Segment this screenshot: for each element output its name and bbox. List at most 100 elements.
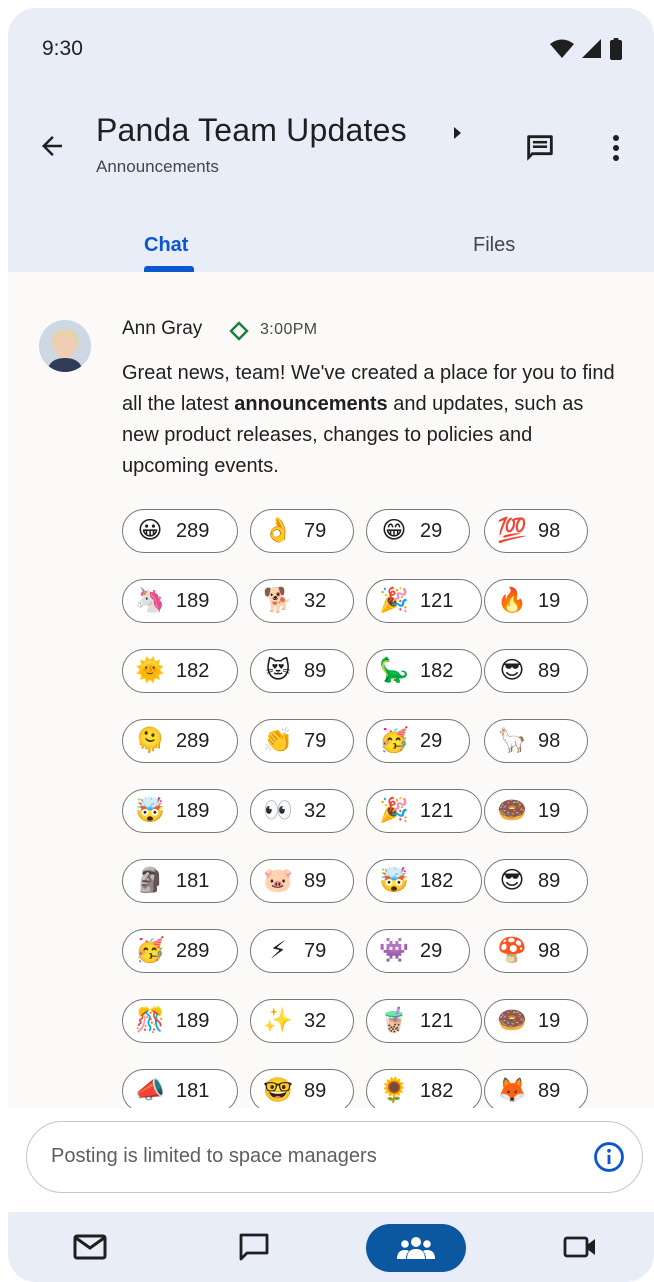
reaction-count: 289	[176, 519, 210, 542]
sun-face-icon: 🌞	[135, 657, 165, 684]
doge-icon: 🐕	[263, 587, 293, 614]
wifi-icon	[550, 39, 574, 58]
reaction-chip[interactable]: 🍩 19	[484, 999, 588, 1043]
reaction-chip[interactable]: 🌻 182	[366, 1069, 482, 1113]
reaction-chip[interactable]: 🌞 182	[122, 649, 238, 693]
chevron-right-icon[interactable]	[448, 121, 468, 145]
reaction-chip[interactable]: 👌 79	[250, 509, 354, 553]
reaction-count: 79	[304, 939, 327, 962]
arrow-back-icon	[42, 136, 62, 156]
reaction-chip[interactable]: 🍄 98	[484, 929, 588, 973]
reaction-chip[interactable]: 🥳 29	[366, 719, 470, 763]
back-button[interactable]	[34, 128, 70, 164]
reaction-chip[interactable]: 👾 29	[366, 929, 470, 973]
reaction-chip[interactable]: 💯 98	[484, 509, 588, 553]
hundred-points-icon: 💯	[497, 517, 527, 544]
chat-icon	[239, 1233, 269, 1261]
reaction-count: 189	[176, 799, 210, 822]
reaction-chip[interactable]: 🐷 89	[250, 859, 354, 903]
reaction-count: 29	[420, 939, 443, 962]
reaction-chip[interactable]: 👀 32	[250, 789, 354, 833]
reaction-count: 181	[176, 869, 210, 892]
reaction-count: 89	[304, 659, 327, 682]
reaction-chip[interactable]: 😀 289	[122, 509, 238, 553]
space-title[interactable]: Panda Team Updates	[96, 112, 407, 149]
reaction-chip[interactable]: 🐕 32	[250, 579, 354, 623]
reaction-count: 32	[304, 799, 327, 822]
tab-files[interactable]: Files	[473, 234, 515, 257]
reaction-count: 189	[176, 589, 210, 612]
tab-chat[interactable]: Chat	[144, 234, 188, 257]
reaction-chip[interactable]: 🤯 182	[366, 859, 482, 903]
melting-face-icon: 🫠	[135, 727, 165, 754]
reaction-chip[interactable]: 🫠 289	[122, 719, 238, 763]
reaction-chip[interactable]: 😻 89	[250, 649, 354, 693]
reaction-chip[interactable]: ⚡ 79	[250, 929, 354, 973]
reaction-chip[interactable]: 🍩 19	[484, 789, 588, 833]
more-vert-icon	[613, 135, 619, 161]
app-header: 9:30 Panda Team Updates Announcements Ch…	[8, 8, 654, 272]
partying-face-icon: 🥳	[135, 937, 165, 964]
more-options-button[interactable]	[596, 126, 636, 170]
reaction-count: 19	[538, 799, 561, 822]
reaction-chip[interactable]: 😎 89	[484, 859, 588, 903]
eyes-icon: 👀	[263, 797, 293, 824]
mail-icon	[73, 1234, 107, 1260]
nav-chat[interactable]	[236, 1232, 272, 1262]
composer-field[interactable]: Posting is limited to space managers	[26, 1121, 643, 1193]
reaction-chip[interactable]: 🤯 189	[122, 789, 238, 833]
space-subtitle: Announcements	[96, 157, 219, 176]
sender-name[interactable]: Ann Gray	[122, 318, 202, 340]
mushroom-icon: 🍄	[497, 937, 527, 964]
reaction-chip[interactable]: 🦕 182	[366, 649, 482, 693]
reaction-count: 98	[538, 729, 561, 752]
status-time: 9:30	[42, 37, 83, 60]
nav-spaces[interactable]	[366, 1224, 466, 1272]
lightning-icon: ⚡	[269, 937, 287, 964]
dinosaur-icon: 🦕	[379, 657, 409, 684]
reaction-chip[interactable]: 😁 29	[366, 509, 470, 553]
reaction-count: 29	[420, 519, 443, 542]
threads-button[interactable]	[518, 126, 562, 170]
sunglasses-face-icon: 😎	[499, 657, 525, 684]
reaction-chip[interactable]: 🦙 98	[484, 719, 588, 763]
nav-meet[interactable]	[562, 1232, 598, 1262]
exploding-head-icon: 🤯	[379, 867, 409, 894]
info-icon[interactable]	[592, 1140, 626, 1174]
reaction-chip[interactable]: 🎉 121	[366, 579, 482, 623]
reaction-count: 32	[304, 589, 327, 612]
reaction-chip[interactable]: 🔥 19	[484, 579, 588, 623]
crewmate-icon: 👾	[379, 937, 409, 964]
reaction-count: 89	[538, 1079, 561, 1102]
tab-indicator	[144, 266, 194, 272]
reaction-chip[interactable]: 📣 181	[122, 1069, 238, 1113]
reaction-chip[interactable]: ✨ 32	[250, 999, 354, 1043]
reaction-chip[interactable]: 🦊 89	[484, 1069, 588, 1113]
message-text: Great news, team! We've created a place …	[122, 362, 615, 477]
spaces-icon	[397, 1237, 435, 1259]
reaction-chip[interactable]: 🎊 189	[122, 999, 238, 1043]
avatar[interactable]	[39, 320, 91, 372]
reaction-chip[interactable]: 🗿 181	[122, 859, 238, 903]
reaction-chip[interactable]: 🧋 121	[366, 999, 482, 1043]
reaction-count: 289	[176, 939, 210, 962]
message-time: 3:00PM	[260, 321, 318, 338]
donut-icon: 🍩	[497, 1007, 527, 1034]
nav-mail[interactable]	[72, 1232, 108, 1262]
reaction-count: 89	[304, 1079, 327, 1102]
reaction-count: 182	[420, 869, 454, 892]
reaction-chip[interactable]: 🦄 189	[122, 579, 238, 623]
reaction-chip[interactable]: 😎 89	[484, 649, 588, 693]
grinning-face-icon: 😀	[137, 517, 163, 544]
reaction-count: 121	[420, 1009, 454, 1032]
pig-face-icon: 🐷	[263, 867, 293, 894]
reaction-chip[interactable]: 🥳 289	[122, 929, 238, 973]
party-popper-icon: 🎉	[379, 587, 409, 614]
reaction-count: 79	[304, 729, 327, 752]
reaction-chip[interactable]: 👏 79	[250, 719, 354, 763]
reaction-count: 79	[304, 519, 327, 542]
exploding-head-icon: 🤯	[135, 797, 165, 824]
reaction-chip[interactable]: 🤓 89	[250, 1069, 354, 1113]
reaction-chip[interactable]: 🎉 121	[366, 789, 482, 833]
reaction-count: 98	[538, 519, 561, 542]
